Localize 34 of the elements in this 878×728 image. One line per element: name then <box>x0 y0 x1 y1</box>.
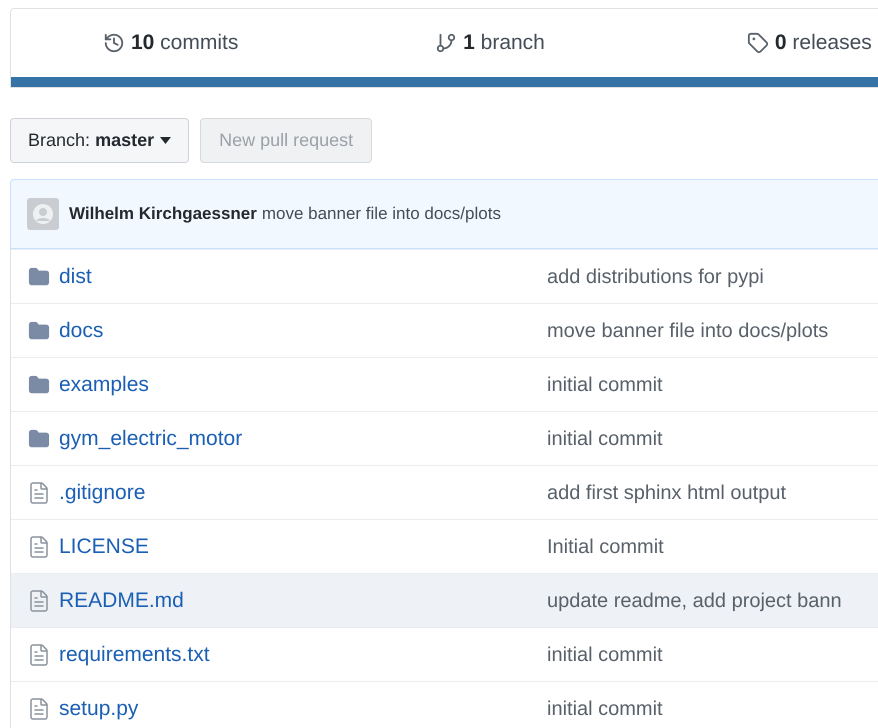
user-silhouette-icon <box>32 203 54 225</box>
file-name-link[interactable]: gym_electric_motor <box>59 422 242 454</box>
commit-message[interactable]: move banner file into docs/plots <box>262 201 501 227</box>
commit-message-link[interactable]: move banner file into docs/plots <box>547 316 828 346</box>
file-name-link[interactable]: dist <box>59 260 92 292</box>
commit-message-link[interactable]: initial commit <box>547 694 663 724</box>
branch-icon <box>435 32 458 54</box>
folder-icon <box>27 374 51 396</box>
commit-message-link[interactable]: Initial commit <box>547 532 664 562</box>
file-row[interactable]: README.md update readme, add project bann <box>11 573 878 627</box>
file-name-link[interactable]: requirements.txt <box>59 638 210 670</box>
commit-message-link[interactable]: initial commit <box>547 640 663 670</box>
file-name-link[interactable]: .gitignore <box>59 476 146 508</box>
file-name-link[interactable]: README.md <box>59 584 184 616</box>
stat-link[interactable]: 0 releases <box>650 27 878 59</box>
file-name-link[interactable]: setup.py <box>59 692 138 724</box>
commit-author[interactable]: Wilhelm Kirchgaessner <box>69 201 257 227</box>
folder-icon <box>27 320 51 342</box>
commit-message-link[interactable]: update readme, add project bann <box>547 586 842 616</box>
folder-icon <box>27 428 51 450</box>
commit-message-link[interactable]: add distributions for pypi <box>547 262 764 292</box>
commit-message-link[interactable]: add first sphinx html output <box>547 478 786 508</box>
stat-link[interactable]: 10 commits <box>11 27 330 59</box>
history-icon <box>102 32 125 54</box>
caret-icon <box>160 137 172 144</box>
branch-dropdown[interactable]: Branch: master <box>10 118 190 163</box>
tag-icon <box>746 32 769 54</box>
file-name-link[interactable]: LICENSE <box>59 530 149 562</box>
file-name-link[interactable]: examples <box>59 368 149 400</box>
folder-icon <box>27 266 51 288</box>
file-name-link[interactable]: docs <box>59 314 104 346</box>
stat-link[interactable]: 1 branch <box>330 27 650 59</box>
commit-message-link[interactable]: initial commit <box>547 424 663 454</box>
commit-message-link[interactable]: initial commit <box>547 370 663 400</box>
